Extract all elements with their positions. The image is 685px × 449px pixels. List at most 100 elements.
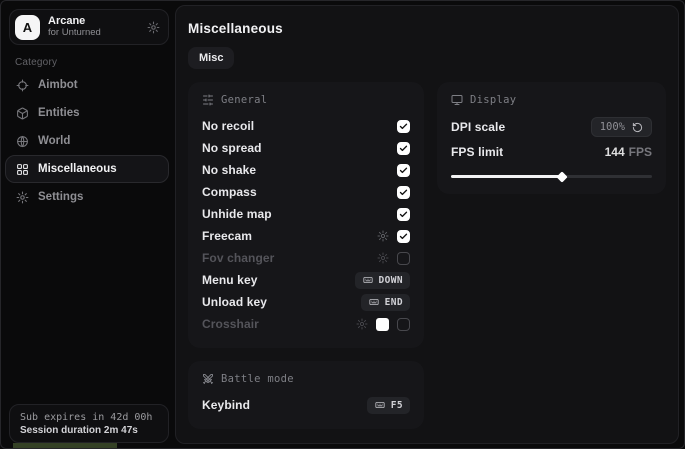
battle-mode-card-title: Battle mode: [221, 373, 294, 385]
setting-label: Fov changer: [202, 251, 274, 265]
sidebar-item-entities[interactable]: Entities: [5, 99, 169, 127]
content-columns: General No recoil No spread: [188, 82, 666, 429]
keybind-value: END: [385, 297, 403, 308]
setting-row-dpi-scale: DPI scale 100%: [451, 115, 652, 139]
general-card-header: General: [202, 94, 410, 106]
app-window: A Arcane for Unturned Category Aimbot: [0, 0, 685, 449]
fps-slider-thumb[interactable]: [556, 171, 567, 182]
sidebar-item-label: Settings: [38, 191, 83, 203]
background-game-sliver: [13, 443, 117, 448]
tab-misc[interactable]: Misc: [188, 47, 234, 69]
setting-row-unload-key: Unload key END: [202, 291, 410, 313]
main-panel: Miscellaneous Misc General No recoil: [175, 5, 679, 444]
setting-label: Compass: [202, 185, 257, 199]
display-card-header: Display: [451, 94, 652, 106]
setting-row-fps-limit: FPS limit 144FPS: [451, 141, 652, 163]
fps-slider-track: [451, 175, 652, 178]
setting-label: Keybind: [202, 398, 250, 412]
fps-slider-fill: [451, 175, 562, 178]
grid-icon: [16, 163, 29, 176]
gear-icon[interactable]: [356, 318, 368, 330]
general-card-title: General: [221, 94, 267, 106]
sidebar-item-world[interactable]: World: [5, 127, 169, 155]
keybind-button[interactable]: DOWN: [355, 272, 410, 289]
display-card-title: Display: [470, 94, 516, 106]
avatar-letter: A: [23, 20, 32, 35]
box-icon: [16, 107, 29, 120]
left-column: General No recoil No spread: [188, 82, 424, 429]
reset-icon[interactable]: [632, 122, 643, 133]
checkbox[interactable]: [397, 230, 410, 243]
checkbox[interactable]: [397, 142, 410, 155]
battle-mode-card-header: Battle mode: [202, 373, 410, 385]
setting-label: No shake: [202, 163, 256, 177]
setting-row-unhide-map: Unhide map: [202, 203, 410, 225]
setting-row-no-spread: No spread: [202, 137, 410, 159]
keybind-button[interactable]: F5: [367, 397, 410, 414]
fps-slider[interactable]: [451, 172, 652, 181]
tab-bar: Misc: [188, 47, 666, 69]
setting-label: DPI scale: [451, 120, 505, 134]
checkbox[interactable]: [397, 252, 410, 265]
general-card: General No recoil No spread: [188, 82, 424, 348]
setting-label: Menu key: [202, 273, 258, 287]
sliders-icon: [202, 94, 214, 106]
app-name: Arcane: [48, 15, 147, 28]
dpi-scale-value: 100%: [600, 121, 625, 133]
setting-row-menu-key: Menu key DOWN: [202, 269, 410, 291]
fps-limit-value: 144FPS: [605, 145, 652, 159]
swords-icon: [202, 373, 214, 385]
gear-icon[interactable]: [147, 21, 160, 34]
setting-row-fov-changer: Fov changer: [202, 247, 410, 269]
battle-mode-card: Battle mode Keybind F5: [188, 361, 424, 429]
gear-icon[interactable]: [377, 252, 389, 264]
category-nav: Aimbot Entities World Miscellaneous: [5, 71, 169, 211]
sidebar-item-miscellaneous[interactable]: Miscellaneous: [5, 155, 169, 183]
checkbox[interactable]: [397, 120, 410, 133]
setting-label: Freecam: [202, 229, 252, 243]
setting-row-no-recoil: No recoil: [202, 115, 410, 137]
crosshair-icon: [16, 79, 29, 92]
sub-expiry-text: Sub expires in 42d 00h: [20, 412, 158, 423]
setting-row-compass: Compass: [202, 181, 410, 203]
setting-row-freecam: Freecam: [202, 225, 410, 247]
page-title: Miscellaneous: [188, 21, 666, 36]
setting-label: No recoil: [202, 119, 254, 133]
sidebar-item-settings[interactable]: Settings: [5, 183, 169, 211]
setting-row-no-shake: No shake: [202, 159, 410, 181]
app-meta: Arcane for Unturned: [48, 15, 147, 39]
dpi-scale-control[interactable]: 100%: [591, 117, 652, 137]
app-subtitle: for Unturned: [48, 28, 147, 39]
sidebar-item-label: Miscellaneous: [38, 163, 117, 175]
keyboard-icon: [362, 275, 374, 285]
setting-label: Unhide map: [202, 207, 272, 221]
app-avatar: A: [15, 15, 40, 40]
sidebar-item-label: World: [38, 135, 70, 147]
keybind-value: F5: [391, 400, 403, 411]
keyboard-icon: [368, 297, 380, 307]
globe-icon: [16, 135, 29, 148]
app-header-card: A Arcane for Unturned: [9, 9, 169, 45]
keybind-button[interactable]: END: [361, 294, 410, 311]
monitor-icon: [451, 94, 463, 106]
checkbox[interactable]: [397, 208, 410, 221]
checkbox[interactable]: [397, 164, 410, 177]
setting-row-battle-keybind: Keybind F5: [202, 394, 410, 416]
display-card: Display DPI scale 100% FPS limit 144FPS: [437, 82, 666, 194]
sidebar-item-label: Entities: [38, 107, 80, 119]
setting-label: No spread: [202, 141, 262, 155]
sidebar-item-aimbot[interactable]: Aimbot: [5, 71, 169, 99]
gear-icon[interactable]: [377, 230, 389, 242]
sidebar: A Arcane for Unturned Category Aimbot: [1, 1, 175, 448]
checkbox[interactable]: [397, 318, 410, 331]
subscription-card: Sub expires in 42d 00h Session duration …: [9, 404, 169, 443]
category-label: Category: [15, 57, 57, 68]
checkbox[interactable]: [397, 186, 410, 199]
setting-label: Unload key: [202, 295, 267, 309]
keybind-value: DOWN: [379, 275, 403, 286]
gear-icon: [16, 191, 29, 204]
color-swatch[interactable]: [376, 318, 389, 331]
setting-label: FPS limit: [451, 145, 503, 159]
setting-label: Crosshair: [202, 317, 259, 331]
setting-row-crosshair: Crosshair: [202, 313, 410, 335]
